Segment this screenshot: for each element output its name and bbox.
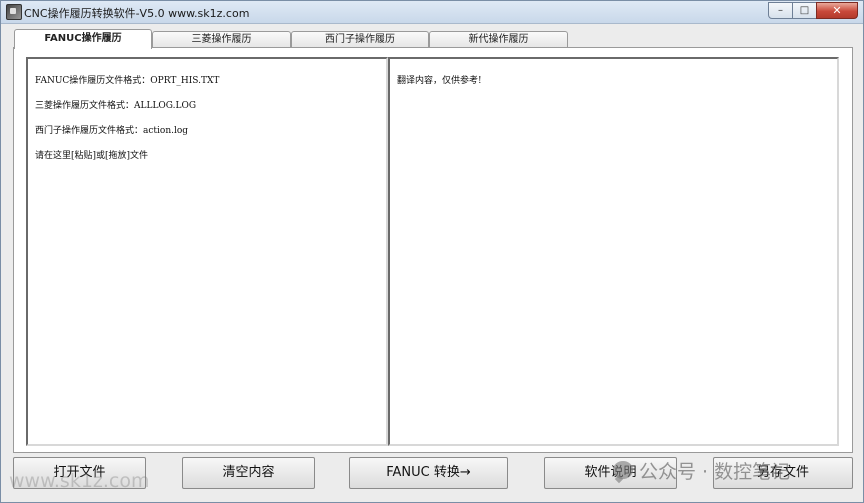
translation-note: 翻译内容，仅供参考!	[397, 76, 482, 86]
wechat-icon	[613, 461, 633, 479]
watermark-wechat: 公众号 · 数控笔记	[613, 456, 790, 484]
window-title: CNC操作履历转换软件-V5.0 www.sk1z.com	[24, 7, 250, 20]
tab-syntec[interactable]: 新代操作履历	[429, 31, 568, 47]
output-textarea[interactable]: 翻译内容，仅供参考!	[388, 57, 839, 446]
minimize-button[interactable]: –	[768, 2, 793, 19]
app-window: CNC操作履历转换软件-V5.0 www.sk1z.com – □ ✕ FANU…	[0, 0, 864, 503]
tab-mitsubishi[interactable]: 三菱操作履历	[152, 31, 291, 47]
tab-fanuc[interactable]: FANUC操作履历	[14, 29, 152, 49]
watermark-wechat-text: 公众号 · 数控笔记	[639, 460, 791, 483]
siemens-format-hint: 西门子操作履历文件格式：action.log	[35, 126, 189, 136]
mitsubishi-format-hint: 三菱操作履历文件格式：ALLLOG.LOG	[35, 101, 197, 111]
tab-siemens[interactable]: 西门子操作履历	[291, 31, 429, 47]
convert-button[interactable]: FANUC 转换→	[349, 457, 508, 489]
input-textarea[interactable]: FANUC操作履历文件格式：OPRT_HIS.TXT 三菱操作履历文件格式：AL…	[26, 57, 388, 446]
close-button[interactable]: ✕	[816, 2, 858, 19]
title-bar[interactable]: CNC操作履历转换软件-V5.0 www.sk1z.com – □ ✕	[1, 1, 863, 24]
maximize-button[interactable]: □	[792, 2, 817, 19]
watermark-website: www.sk1z.com	[9, 470, 150, 492]
app-icon	[6, 4, 22, 20]
window-controls: – □ ✕	[768, 2, 858, 19]
fanuc-format-hint: FANUC操作履历文件格式：OPRT_HIS.TXT	[35, 76, 220, 86]
clear-content-button[interactable]: 清空内容	[182, 457, 315, 489]
paste-drop-hint: 请在这里[粘贴]或[拖放]文件	[35, 151, 149, 161]
